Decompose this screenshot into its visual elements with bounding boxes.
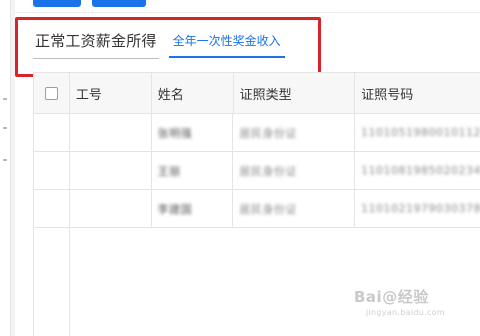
- cell-id-number: 110108198502023456: [355, 152, 480, 189]
- sidebar-marker: [3, 127, 7, 129]
- cell-id-type: 居民身份证: [233, 152, 356, 189]
- row-check-cell: [34, 190, 70, 227]
- baidu-jingyan-watermark: Bai@经验 jingyan.baidu.com: [354, 284, 466, 324]
- tab-normal-salary[interactable]: 正常工资薪金所得: [33, 30, 159, 59]
- id-type-text: 居民身份证: [239, 164, 297, 178]
- empty-cell: [34, 228, 70, 336]
- table-row[interactable]: 王丽 居民身份证 110108198502023456: [34, 152, 480, 190]
- select-all-checkbox[interactable]: [44, 86, 58, 100]
- id-type-text: 居民身份证: [239, 126, 297, 140]
- top-action-button[interactable]: [33, 0, 81, 7]
- cell-id-type: 居民身份证: [233, 190, 356, 227]
- cell-id-number: 110102197903037890: [355, 190, 480, 227]
- row-check-cell: [34, 114, 70, 151]
- watermark-logo: Bai@经验: [354, 288, 429, 306]
- table-header: 工号 姓名 证照类型 证照号码: [34, 72, 480, 114]
- name-text: 张明强: [157, 126, 193, 140]
- header-emp-no[interactable]: 工号: [70, 73, 152, 113]
- cell-name: 王丽: [152, 152, 234, 189]
- cell-emp-no: [70, 114, 152, 151]
- header-select-all: [34, 73, 70, 113]
- header-name[interactable]: 姓名: [152, 73, 234, 113]
- top-action-button[interactable]: [92, 0, 146, 7]
- table-row[interactable]: 张明强 居民身份证 110105198001011234: [34, 114, 480, 152]
- id-number-text: 110105198001011234: [361, 126, 480, 139]
- name-text: 李建国: [157, 202, 193, 216]
- id-number-text: 110108198502023456: [361, 164, 480, 177]
- tab-annual-bonus[interactable]: 全年一次性奖金收入: [168, 30, 285, 58]
- cell-emp-no: [70, 152, 152, 189]
- name-text: 王丽: [157, 164, 181, 178]
- income-type-tabs: 正常工资薪金所得 全年一次性奖金收入: [33, 30, 285, 60]
- watermark-url: jingyan.baidu.com: [366, 308, 445, 317]
- cell-emp-no: [70, 190, 152, 227]
- header-id-number[interactable]: 证照号码: [355, 73, 480, 113]
- sidebar-marker: [3, 98, 7, 100]
- main-panel: 正常工资薪金所得 全年一次性奖金收入 工号 姓名 证照类型 证照号码 张明强 居…: [15, 0, 480, 336]
- id-number-text: 110102197903037890: [361, 202, 480, 215]
- left-sidebar-strip: [0, 0, 11, 336]
- id-type-text: 居民身份证: [239, 202, 297, 216]
- sidebar-marker: [3, 159, 7, 161]
- header-id-type[interactable]: 证照类型: [234, 73, 356, 113]
- table-row[interactable]: 李建国 居民身份证 110102197903037890: [34, 190, 480, 228]
- cell-id-type: 居民身份证: [233, 114, 356, 151]
- row-check-cell: [34, 152, 70, 189]
- cell-name: 李建国: [152, 190, 234, 227]
- cell-name: 张明强: [152, 114, 234, 151]
- app-root: 正常工资薪金所得 全年一次性奖金收入 工号 姓名 证照类型 证照号码 张明强 居…: [0, 0, 480, 336]
- cell-id-number: 110105198001011234: [355, 114, 480, 151]
- divider: [15, 12, 480, 13]
